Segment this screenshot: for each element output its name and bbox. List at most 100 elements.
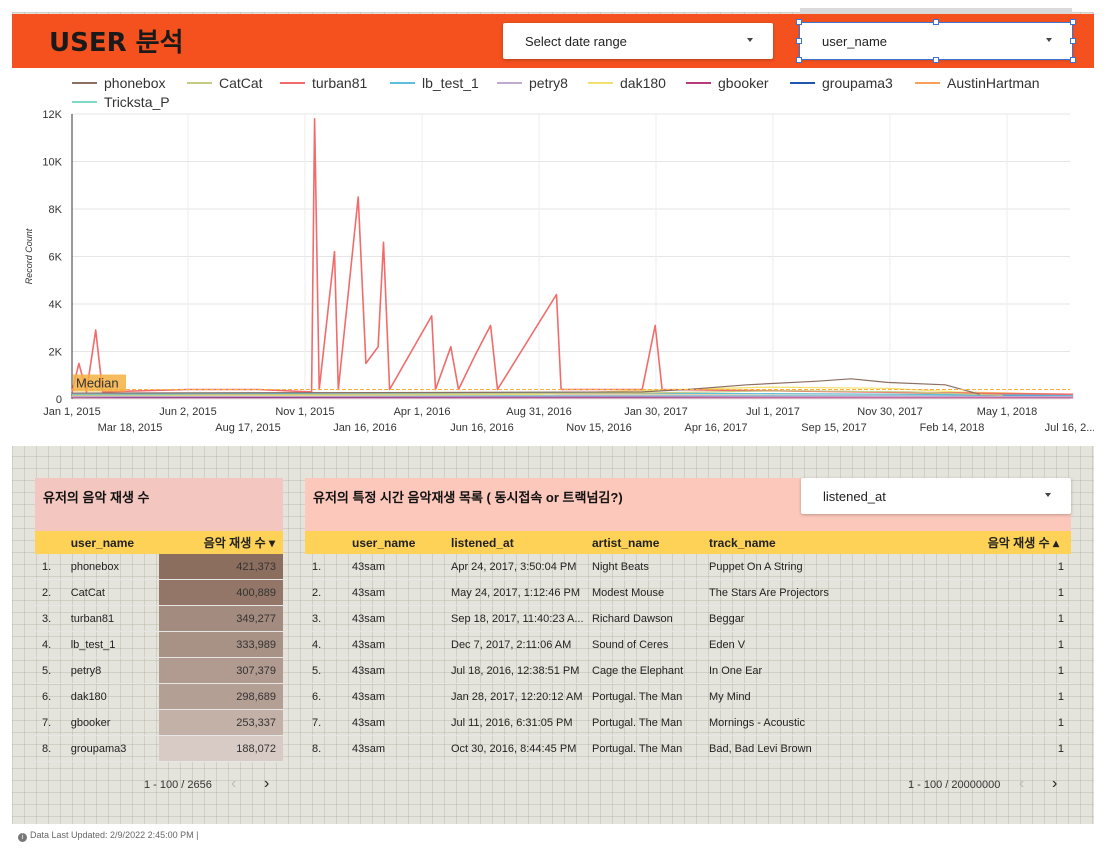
cell-play-count: 421,373	[159, 554, 283, 580]
table-row[interactable]: 3. 43sam Sep 18, 2017, 11:40:23 A... Richar…	[305, 605, 1071, 632]
table-row[interactable]: 4. 43sam Dec 7, 2017, 2:11:06 AM Sound of C…	[305, 631, 1071, 658]
prev-page-icon[interactable]: ‹	[231, 775, 236, 793]
caret-down-icon	[747, 38, 753, 42]
cell-user-name: 43sam	[352, 735, 451, 762]
cell-listened-at: Sep 18, 2017, 11:40:23 A...	[451, 605, 592, 632]
cell-play-count: 1	[939, 709, 1071, 736]
prev-page-icon[interactable]: ‹	[1019, 775, 1024, 793]
cell-track-name: Bad, Bad Levi Brown	[709, 735, 939, 762]
table-row[interactable]: 6. 43sam Jan 28, 2017, 12:20:12 AM Portugal…	[305, 683, 1071, 710]
legend-label: lb_test_1	[422, 75, 479, 91]
table-row[interactable]: 7. gbooker 253,337	[35, 709, 283, 736]
caret-down-icon	[1045, 493, 1051, 497]
row-number: 3.	[305, 605, 352, 632]
x-tick-label: Jul 16, 2...	[1045, 422, 1094, 434]
legend-label: phonebox	[104, 75, 166, 91]
table-row[interactable]: 4. lb_test_1 333,989	[35, 631, 283, 658]
user-name-filter-dropdown[interactable]: user_name	[796, 19, 1076, 63]
cell-artist-name: Richard Dawson	[592, 605, 709, 632]
date-range-dropdown[interactable]: Select date range	[503, 23, 773, 59]
resize-handle[interactable]	[1070, 38, 1076, 44]
table-row[interactable]: 1. 43sam Apr 24, 2017, 3:50:04 PM Night Bea…	[305, 554, 1071, 580]
cell-play-count: 400,889	[159, 579, 283, 606]
cell-artist-name: Portugal. The Man	[592, 735, 709, 762]
cell-play-count: 333,989	[159, 631, 283, 658]
table-row[interactable]: 2. CatCat 400,889	[35, 579, 283, 606]
cell-artist-name: Night Beats	[592, 554, 709, 580]
cell-play-count: 349,277	[159, 605, 283, 632]
legend-label: turban81	[312, 75, 367, 91]
data-last-updated: Data Last Updated: 2/9/2022 2:45:00 PM	[30, 830, 194, 840]
cell-user-name: 43sam	[352, 657, 451, 684]
cell-play-count: 298,689	[159, 683, 283, 710]
legend-label: Tricksta_P	[104, 94, 170, 110]
x-tick-label: Jun 2, 2015	[159, 406, 217, 418]
resize-handle[interactable]	[796, 57, 802, 63]
legend-label: petry8	[529, 75, 568, 91]
col-header-listened-at[interactable]: listened_at	[451, 531, 592, 554]
x-tick-label: Aug 17, 2015	[215, 422, 280, 434]
row-number: 3.	[35, 605, 71, 632]
x-tick-label: Jun 16, 2016	[450, 422, 514, 434]
table-row[interactable]: 7. 43sam Jul 11, 2016, 6:31:05 PM Portugal.…	[305, 709, 1071, 736]
table-row[interactable]: 1. phonebox 421,373	[35, 554, 283, 580]
cell-artist-name: Modest Mouse	[592, 579, 709, 606]
cell-play-count: 1	[939, 631, 1071, 658]
legend-label: gbooker	[718, 75, 769, 91]
next-page-icon[interactable]: ›	[264, 775, 269, 793]
caret-down-icon	[1046, 38, 1052, 42]
series-line-petry8	[71, 395, 1074, 398]
cell-listened-at: Jul 18, 2016, 12:38:51 PM	[451, 657, 592, 684]
cell-artist-name: Sound of Ceres	[592, 631, 709, 658]
col-header-artist-name[interactable]: artist_name	[592, 531, 709, 554]
listened-at-filter-dropdown[interactable]: listened_at	[801, 478, 1071, 514]
resize-handle[interactable]	[796, 19, 802, 25]
col-header-user-name[interactable]: user_name	[352, 531, 451, 554]
cell-artist-name: Cage the Elephant	[592, 657, 709, 684]
report-header: USER 분석 Select date range user_name	[12, 14, 1094, 68]
listening-history-table: user_name listened_at artist_name track_…	[305, 531, 1071, 762]
col-header-play-count[interactable]: 음악 재생 수 ▴	[939, 531, 1071, 554]
cell-listened-at: Jan 28, 2017, 12:20:12 AM	[451, 683, 592, 710]
table-row[interactable]: 8. groupama3 188,072	[35, 735, 283, 762]
resize-handle[interactable]	[933, 19, 939, 25]
resize-handle[interactable]	[1070, 57, 1076, 63]
cell-user-name: 43sam	[352, 683, 451, 710]
user-name-filter-label: user_name	[822, 34, 888, 49]
x-tick-label: Nov 1, 2015	[275, 406, 334, 418]
table-row[interactable]: 6. dak180 298,689	[35, 683, 283, 710]
table-row[interactable]: 2. 43sam May 24, 2017, 1:12:46 PM Modest Mo…	[305, 579, 1071, 606]
cell-track-name: Puppet On A String	[709, 554, 939, 580]
cell-track-name: Eden V	[709, 631, 939, 658]
resize-handle[interactable]	[796, 38, 802, 44]
table-row[interactable]: 3. turban81 349,277	[35, 605, 283, 632]
cell-user-name: lb_test_1	[70, 631, 160, 658]
legend-label: dak180	[620, 75, 666, 91]
cell-user-name: dak180	[70, 683, 160, 710]
right-table-viewport: user_name listened_at artist_name track_…	[305, 531, 1071, 775]
cell-user-name: turban81	[70, 605, 160, 632]
cell-track-name: My Mind	[709, 683, 939, 710]
col-header-track-name[interactable]: track_name	[709, 531, 939, 554]
resize-handle[interactable]	[1070, 19, 1076, 25]
right-pager-text: 1 - 100 / 20000000	[908, 779, 1001, 791]
info-icon: i	[18, 833, 27, 842]
col-header-play-count[interactable]: 음악 재생 수 ▾	[159, 531, 283, 554]
table-row[interactable]: 8. 43sam Oct 30, 2016, 8:44:45 PM Portugal.…	[305, 735, 1071, 762]
x-tick-label: Jul 1, 2017	[746, 406, 800, 418]
x-tick-label: Jan 30, 2017	[624, 406, 688, 418]
cell-listened-at: Dec 7, 2017, 2:11:06 AM	[451, 631, 592, 658]
col-header-user-name[interactable]: user_name	[70, 531, 160, 554]
cell-user-name: 43sam	[352, 631, 451, 658]
resize-handle[interactable]	[933, 57, 939, 63]
row-number: 5.	[305, 657, 352, 684]
y-tick-label: 12K	[42, 109, 62, 121]
x-tick-label: May 1, 2018	[977, 406, 1038, 418]
left-table-viewport: user_name 음악 재생 수 ▾ 1. phonebox 421,373 2. C…	[35, 531, 283, 775]
table-row[interactable]: 5. 43sam Jul 18, 2016, 12:38:51 PM Cage the…	[305, 657, 1071, 684]
cell-user-name: 43sam	[352, 554, 451, 580]
table-row[interactable]: 5. petry8 307,379	[35, 657, 283, 684]
row-number: 2.	[305, 579, 352, 606]
next-page-icon[interactable]: ›	[1052, 775, 1057, 793]
y-tick-label: 6K	[49, 252, 63, 264]
